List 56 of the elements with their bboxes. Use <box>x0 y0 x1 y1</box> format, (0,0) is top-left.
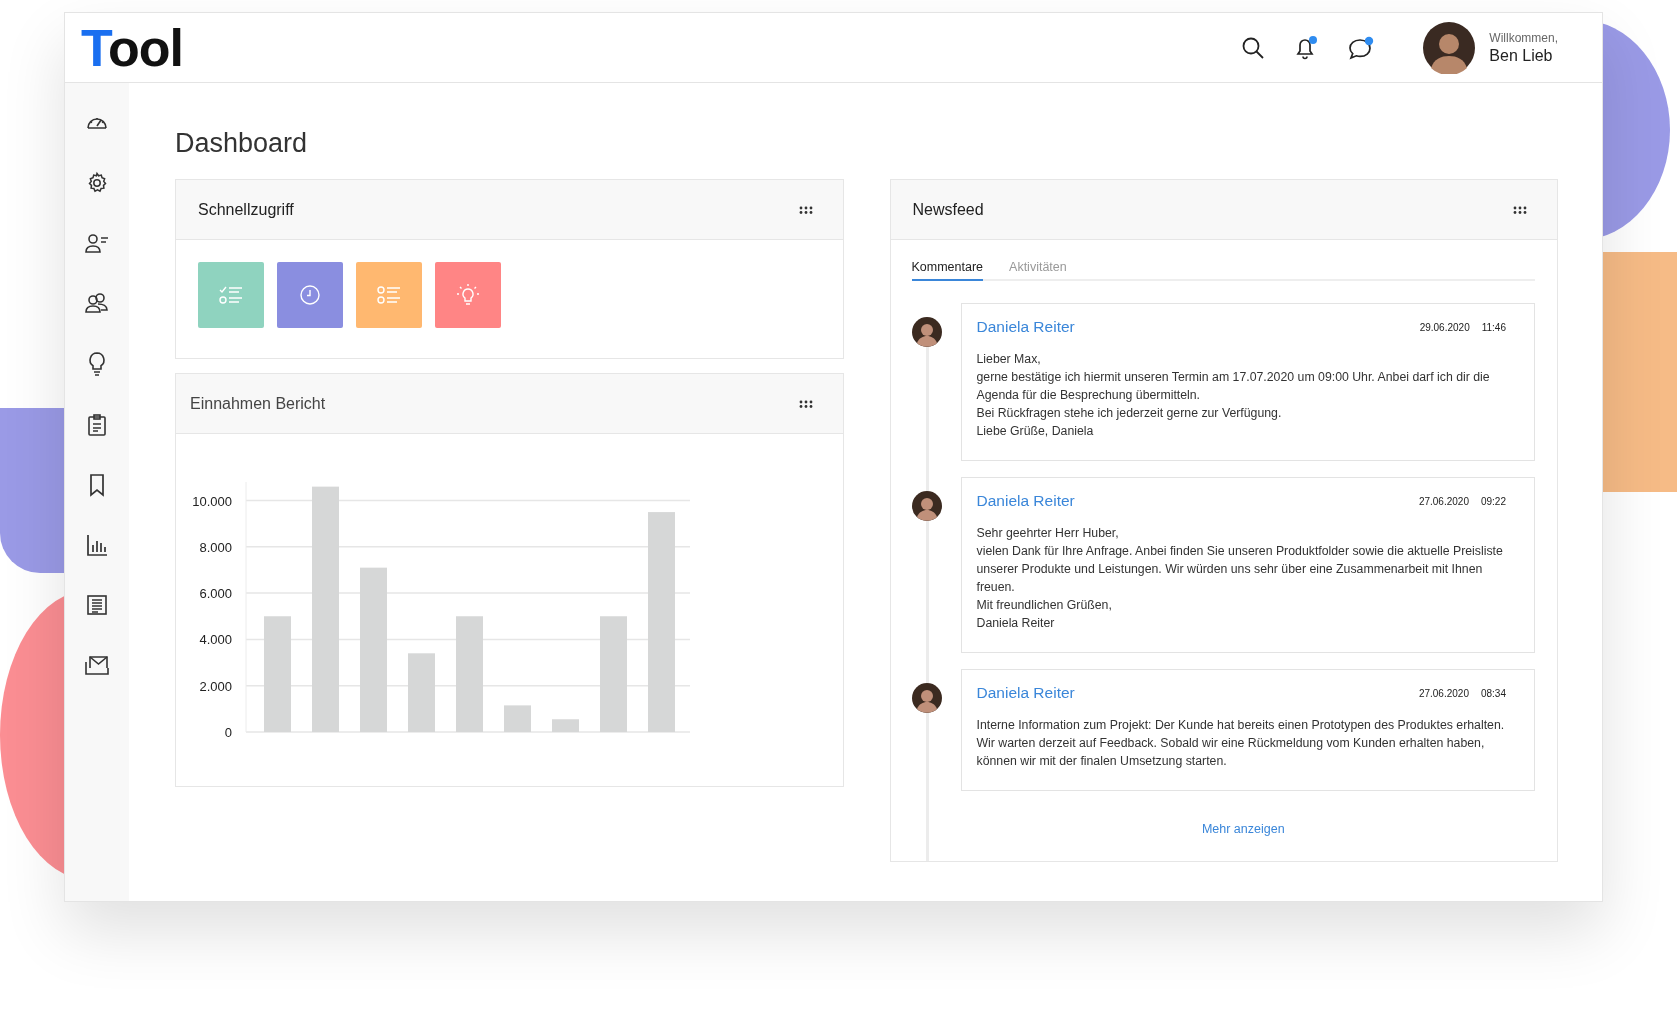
show-more-link[interactable]: Mehr anzeigen <box>1201 822 1285 836</box>
author-avatar <box>911 683 942 713</box>
axis-tick-label: 8.000 <box>199 539 232 555</box>
bookmark-icon[interactable] <box>87 473 107 497</box>
grip-icon[interactable] <box>798 205 813 214</box>
quick-access-tile[interactable] <box>356 262 422 328</box>
card-title: Newsfeed <box>912 200 984 219</box>
comment-text: Lieber Max, gerne bestätige ich hiermit unseren Termin am 17.07.2020 um 09:00 Uhr. Anbei darf ich dir die Agenda für die Besprechung übermitteln. Bei Rückfragen stehe ich jederzeit gerne zur Verfügung. Liebe Grüße, Daniela <box>976 351 1491 440</box>
grip-icon[interactable] <box>1513 205 1527 214</box>
post-time: 08:34 <box>1480 687 1506 699</box>
settings-icon[interactable] <box>85 171 109 195</box>
post-time: 09:22 <box>1480 495 1506 507</box>
author-name[interactable]: Daniela Reiter <box>976 492 1075 510</box>
quick-access-tile[interactable] <box>277 262 343 328</box>
quick-access-tile[interactable] <box>198 262 264 328</box>
card-title: Schnellzugriff <box>198 200 294 219</box>
axis-tick-label: 4.000 <box>199 632 232 648</box>
clipboard-icon[interactable] <box>86 413 108 437</box>
lightbulb-icon <box>455 284 481 306</box>
user-list-icon[interactable] <box>84 231 110 255</box>
author-avatar <box>911 317 942 347</box>
tab[interactable]: Kommentare <box>911 260 984 281</box>
bar-chart-icon[interactable] <box>85 533 109 557</box>
author-avatar <box>911 491 942 521</box>
post-date: 29.06.2020 <box>1419 321 1470 333</box>
author-name[interactable]: Daniela Reiter <box>976 318 1075 336</box>
post-date: 27.06.2020 <box>1418 495 1469 507</box>
axis-tick-label: 6.000 <box>199 586 232 602</box>
document-icon[interactable] <box>85 593 109 617</box>
search-icon[interactable] <box>1241 35 1266 60</box>
checklist-icon <box>218 284 244 306</box>
post-time: 11:46 <box>1481 321 1506 333</box>
chat-icon[interactable] <box>1347 34 1376 61</box>
mail-icon[interactable] <box>84 653 110 677</box>
comment-text: Interne Information zum Projekt: Der Kunde hat bereits einen Prototypen des Produktes erhalten. Wir warten derzeit auf Feedback. Sobald wir eine Rückmeldung vom Kunden erhalten haben, können wir mit der finalen Umsetzung starten. <box>976 717 1506 770</box>
tab[interactable]: Aktivitäten <box>1009 260 1067 281</box>
list-icon <box>376 284 402 306</box>
logo[interactable]: Tool <box>81 21 183 74</box>
axis-tick-label: 0 <box>224 725 232 740</box>
users-icon[interactable] <box>84 291 110 315</box>
axis-tick-label: 2.000 <box>199 678 232 694</box>
axis-tick-label: 10.000 <box>192 493 232 509</box>
grip-icon[interactable] <box>798 399 813 408</box>
user-avatar[interactable] <box>1423 21 1476 74</box>
comment-text: Sehr geehrter Herr Huber, vielen Dank für Ihre Anfrage. Anbei finden Sie unseren Produktfolder sowie die aktuelle Preisliste unserer Produkte und Leistungen. Wir würden uns sehr über eine Zusammenarbeit mit Ihnen freuen. Mit freundlichen Grüßen, Daniela Reiter <box>976 525 1504 632</box>
card-title: Einnahmen Bericht <box>190 394 326 413</box>
page-title: Dashboard <box>175 128 309 159</box>
chart-bar <box>504 705 531 732</box>
quick-access-tile[interactable] <box>435 262 501 328</box>
clock-icon <box>297 284 323 306</box>
lightbulb-icon[interactable] <box>86 351 108 377</box>
user-name: Ben Lieb <box>1489 46 1554 65</box>
post-date: 27.06.2020 <box>1418 687 1469 699</box>
author-name[interactable]: Daniela Reiter <box>976 684 1075 702</box>
greeting-text: Willkommen, <box>1489 30 1558 45</box>
chart-bar <box>552 719 579 732</box>
